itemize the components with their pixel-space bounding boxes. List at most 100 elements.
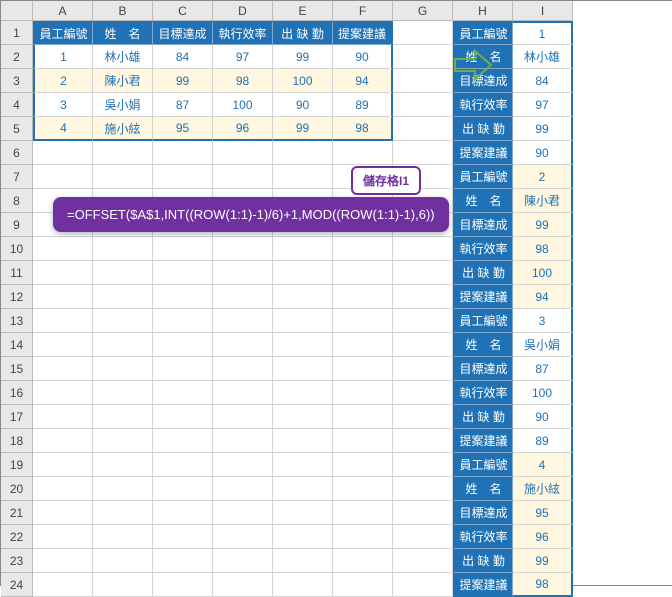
cell[interactable] [33,141,93,165]
cell[interactable] [33,453,93,477]
cell[interactable] [93,141,153,165]
cell[interactable] [153,525,213,549]
cell[interactable] [153,405,213,429]
cell[interactable] [153,237,213,261]
cell[interactable] [273,477,333,501]
cell[interactable] [393,357,453,381]
cell[interactable] [393,429,453,453]
cell[interactable] [213,429,273,453]
cell[interactable] [333,549,393,573]
cell[interactable] [93,237,153,261]
cell[interactable] [33,549,93,573]
row-header[interactable]: 21 [1,501,33,525]
cell[interactable] [333,309,393,333]
cell[interactable] [393,453,453,477]
cell[interactable] [393,45,453,69]
cell[interactable] [33,237,93,261]
cell[interactable] [213,333,273,357]
row-header[interactable]: 23 [1,549,33,573]
cell[interactable] [213,477,273,501]
cell[interactable] [213,309,273,333]
col-header[interactable] [1,1,33,21]
cell[interactable] [213,525,273,549]
cell[interactable] [273,453,333,477]
cell[interactable] [213,165,273,189]
cell[interactable] [333,525,393,549]
cell[interactable] [273,141,333,165]
cell[interactable] [393,549,453,573]
cell[interactable] [93,309,153,333]
cell[interactable] [273,501,333,525]
cell[interactable] [273,357,333,381]
col-header[interactable]: C [153,1,213,21]
cell[interactable] [153,477,213,501]
cell[interactable] [33,525,93,549]
cell[interactable] [213,549,273,573]
cell[interactable] [33,477,93,501]
cell[interactable] [393,525,453,549]
cell[interactable] [273,237,333,261]
row-header[interactable]: 24 [1,573,33,597]
cell[interactable] [273,549,333,573]
row-header[interactable]: 17 [1,405,33,429]
cell[interactable] [273,333,333,357]
row-header[interactable]: 4 [1,93,33,117]
cell[interactable] [393,237,453,261]
cell[interactable] [93,525,153,549]
cell[interactable] [153,285,213,309]
row-header[interactable]: 22 [1,525,33,549]
row-header[interactable]: 12 [1,285,33,309]
cell[interactable] [33,573,93,597]
cell[interactable] [153,141,213,165]
col-header[interactable]: D [213,1,273,21]
row-header[interactable]: 7 [1,165,33,189]
cell[interactable] [333,261,393,285]
row-header[interactable]: 18 [1,429,33,453]
cell[interactable] [333,477,393,501]
row-header[interactable]: 13 [1,309,33,333]
cell[interactable] [213,573,273,597]
cell[interactable] [393,285,453,309]
row-header[interactable]: 1 [1,21,33,45]
cell[interactable] [33,429,93,453]
cell[interactable] [33,333,93,357]
cell[interactable] [393,309,453,333]
cell[interactable] [213,405,273,429]
cell[interactable] [93,429,153,453]
row-header[interactable]: 9 [1,213,33,237]
cell[interactable] [33,309,93,333]
cell[interactable] [213,285,273,309]
cell[interactable] [333,405,393,429]
cell[interactable] [333,285,393,309]
cell[interactable] [153,429,213,453]
col-header[interactable]: I [513,1,573,21]
cell[interactable] [333,381,393,405]
cell[interactable] [273,405,333,429]
cell[interactable] [333,333,393,357]
cell[interactable] [33,501,93,525]
cell[interactable] [93,549,153,573]
row-header[interactable]: 8 [1,189,33,213]
cell[interactable] [213,381,273,405]
cell[interactable] [93,357,153,381]
cell[interactable] [333,357,393,381]
row-header[interactable]: 15 [1,357,33,381]
cell[interactable] [273,381,333,405]
cell[interactable] [393,141,453,165]
row-header[interactable]: 11 [1,261,33,285]
cell[interactable] [393,69,453,93]
row-header[interactable]: 16 [1,381,33,405]
cell[interactable] [153,453,213,477]
cell[interactable] [273,309,333,333]
row-header[interactable]: 14 [1,333,33,357]
cell[interactable] [153,573,213,597]
row-header[interactable]: 3 [1,69,33,93]
cell[interactable] [333,429,393,453]
cell[interactable] [93,453,153,477]
cell[interactable] [393,261,453,285]
cell[interactable] [393,477,453,501]
cell[interactable] [273,573,333,597]
cell[interactable] [333,573,393,597]
cell[interactable] [93,333,153,357]
cell[interactable] [93,405,153,429]
